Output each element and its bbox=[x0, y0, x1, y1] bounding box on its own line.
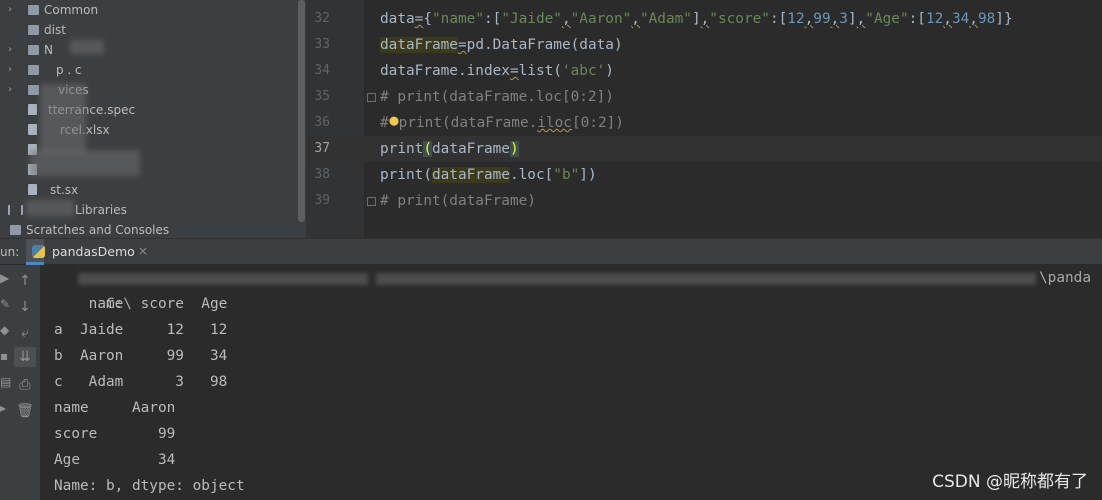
code-text: # print(dataFrame.loc[0:2]) bbox=[380, 89, 614, 105]
scroll-up-icon[interactable]: ↑ bbox=[14, 271, 36, 291]
scroll-to-end-icon[interactable]: ⇊ bbox=[14, 347, 36, 367]
run-tab-label: pandasDemo bbox=[52, 244, 135, 259]
rerun-icon[interactable]: ▶ bbox=[0, 271, 9, 285]
tree-item-label: p . c bbox=[56, 63, 82, 77]
tree-item-label: Common bbox=[44, 3, 99, 17]
code-line-current[interactable]: 37 print(dataFrame) bbox=[306, 136, 1102, 162]
code-line[interactable]: 32 data={"name":["Jaide","Aaron","Adam"]… bbox=[306, 6, 1102, 32]
interpreter-path-line: C:\ \panda bbox=[54, 265, 1094, 312]
line-number: 38 bbox=[314, 167, 330, 182]
file-icon bbox=[28, 184, 37, 195]
watermark: CSDN @昵称都有了 bbox=[932, 472, 1088, 492]
scroll-down-icon[interactable]: ↓ bbox=[14, 297, 36, 317]
file-icon bbox=[28, 104, 37, 115]
line-number: 36 bbox=[314, 115, 330, 130]
line-number: 37 bbox=[314, 141, 330, 156]
project-scrollbar[interactable] bbox=[298, 0, 305, 222]
code-editor[interactable]: 32 data={"name":["Jaide","Aaron","Adam"]… bbox=[306, 0, 1102, 238]
folder-icon bbox=[28, 65, 39, 75]
run-tab-pandasdemo[interactable]: pandasDemo × bbox=[26, 239, 148, 265]
code-text: data={"name":["Jaide","Aaron","Adam"],"s… bbox=[380, 11, 1013, 27]
tree-item-folder[interactable]: › p . c bbox=[0, 60, 300, 80]
scratches-icon bbox=[10, 225, 21, 235]
folder-icon bbox=[28, 85, 39, 95]
run-toolbar: ▶ ✎ ◆ ▪ ▤ ▸ ↑ ↓ ⤶ ⇊ ⎙ 🗑 bbox=[0, 265, 40, 500]
tree-item-label: N bbox=[44, 43, 53, 57]
run-label: un: bbox=[0, 245, 20, 259]
file-icon bbox=[28, 124, 37, 135]
line-number: 32 bbox=[314, 11, 330, 26]
folder-icon bbox=[28, 25, 39, 35]
code-line[interactable]: 36 # print(dataFrame.iloc[0:2]) bbox=[306, 110, 1102, 136]
tree-item-common[interactable]: › Common bbox=[0, 0, 300, 20]
close-icon[interactable]: × bbox=[138, 239, 148, 264]
code-line[interactable]: 39 # print(dataFrame) bbox=[306, 188, 1102, 214]
code-line[interactable]: 33 dataFrame=pd.DataFrame(data) bbox=[306, 32, 1102, 58]
code-line[interactable]: 38 print(dataFrame.loc["b"]) bbox=[306, 162, 1102, 188]
print-icon[interactable]: ⎙ bbox=[14, 375, 36, 395]
expand-arrow-icon[interactable]: › bbox=[8, 0, 18, 20]
output-line: b Aaron 99 34 bbox=[54, 348, 228, 364]
tree-item-dist[interactable]: dist bbox=[0, 20, 300, 40]
line-number: 33 bbox=[314, 37, 330, 52]
ide-window: › Common dist › N › p . c › vices tterra… bbox=[0, 0, 1102, 500]
output-line: score 99 bbox=[54, 426, 176, 442]
tree-item-scratches[interactable]: Scratches and Consoles bbox=[0, 220, 300, 240]
expand-arrow-icon[interactable]: › bbox=[8, 60, 18, 80]
output-line: name score Age bbox=[54, 296, 228, 312]
project-tree-panel: › Common dist › N › p . c › vices tterra… bbox=[0, 0, 306, 240]
output-line: Name: b, dtype: object bbox=[54, 478, 245, 494]
trash-icon[interactable]: 🗑 bbox=[14, 401, 36, 421]
stop-icon[interactable]: ◆ bbox=[0, 323, 9, 337]
tree-item-label: st.sx bbox=[50, 183, 79, 197]
code-text: # print(dataFrame) bbox=[380, 193, 536, 209]
line-number: 34 bbox=[314, 63, 330, 78]
path-end: \panda bbox=[1039, 270, 1091, 286]
folder-icon bbox=[28, 5, 39, 15]
run-tool-header: un: pandasDemo × bbox=[0, 238, 1102, 265]
line-number: 39 bbox=[314, 193, 330, 208]
folder-icon bbox=[28, 45, 39, 55]
export-icon[interactable]: ▸ bbox=[0, 401, 6, 415]
tree-item-label: Scratches and Consoles bbox=[26, 223, 170, 237]
output-line: a Jaide 12 12 bbox=[54, 322, 228, 338]
output-line: name Aaron bbox=[54, 400, 176, 416]
library-icon bbox=[8, 205, 23, 215]
redaction-blur bbox=[30, 150, 140, 176]
python-icon bbox=[32, 245, 45, 258]
code-text: dataFrame.index=list('abc') bbox=[380, 63, 614, 79]
soft-wrap-icon[interactable]: ⤶ bbox=[14, 323, 36, 343]
code-line[interactable]: 35 # print(dataFrame.loc[0:2]) bbox=[306, 84, 1102, 110]
code-line[interactable]: 34 dataFrame.index=list('abc') bbox=[306, 58, 1102, 84]
settings-icon[interactable]: ✎ bbox=[0, 297, 10, 311]
tree-item-label: Libraries bbox=[75, 203, 127, 217]
redaction-blur bbox=[40, 84, 86, 154]
fold-marker-icon[interactable] bbox=[367, 93, 376, 102]
lightbulb-icon[interactable] bbox=[388, 116, 399, 129]
redaction-blur bbox=[26, 200, 74, 216]
expand-arrow-icon[interactable]: › bbox=[8, 80, 18, 100]
expand-arrow-icon[interactable]: › bbox=[8, 40, 18, 60]
tree-item-label: dist bbox=[44, 23, 66, 37]
redaction-blur bbox=[78, 273, 368, 285]
layout-icon[interactable]: ▤ bbox=[0, 375, 11, 389]
code-text: # print(dataFrame.iloc[0:2]) bbox=[380, 115, 624, 131]
run-console[interactable]: C:\ \panda name score Age a Jaide 12 12 … bbox=[40, 265, 1102, 500]
redaction-blur bbox=[376, 273, 1036, 285]
redaction-blur bbox=[70, 40, 104, 54]
fold-marker-icon[interactable] bbox=[367, 197, 376, 206]
pin-icon[interactable]: ▪ bbox=[0, 349, 8, 363]
output-line: c Adam 3 98 bbox=[54, 374, 228, 390]
tree-item-folder[interactable]: › N bbox=[0, 40, 300, 60]
output-line: Age 34 bbox=[54, 452, 176, 468]
code-text: print(dataFrame.loc["b"]) bbox=[380, 167, 597, 183]
tree-item-file[interactable]: st.sx bbox=[0, 180, 300, 200]
line-number: 35 bbox=[314, 89, 330, 104]
code-text: print(dataFrame) bbox=[380, 141, 519, 157]
code-text: dataFrame=pd.DataFrame(data) bbox=[380, 37, 623, 53]
